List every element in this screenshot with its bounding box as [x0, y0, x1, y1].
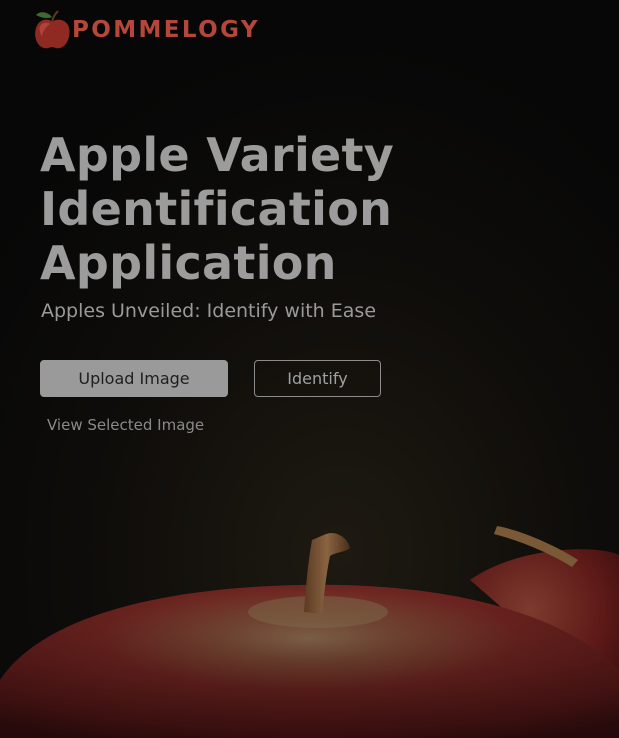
- brand-logo[interactable]: POMMELOGY: [28, 6, 260, 50]
- page-subtitle: Apples Unveiled: Identify with Ease: [41, 300, 377, 322]
- title-line-2: Identification: [40, 182, 393, 236]
- title-line-1: Apple Variety: [40, 128, 395, 182]
- brand-name: POMMELOGY: [72, 17, 260, 43]
- title-line-3: Application: [40, 236, 337, 290]
- apple-logo-icon: [28, 6, 76, 50]
- upload-image-button[interactable]: Upload Image: [40, 360, 228, 397]
- page-title: Apple Variety Identification Application: [40, 128, 600, 290]
- identify-button[interactable]: Identify: [254, 360, 381, 397]
- view-selected-image-link[interactable]: View Selected Image: [47, 416, 204, 434]
